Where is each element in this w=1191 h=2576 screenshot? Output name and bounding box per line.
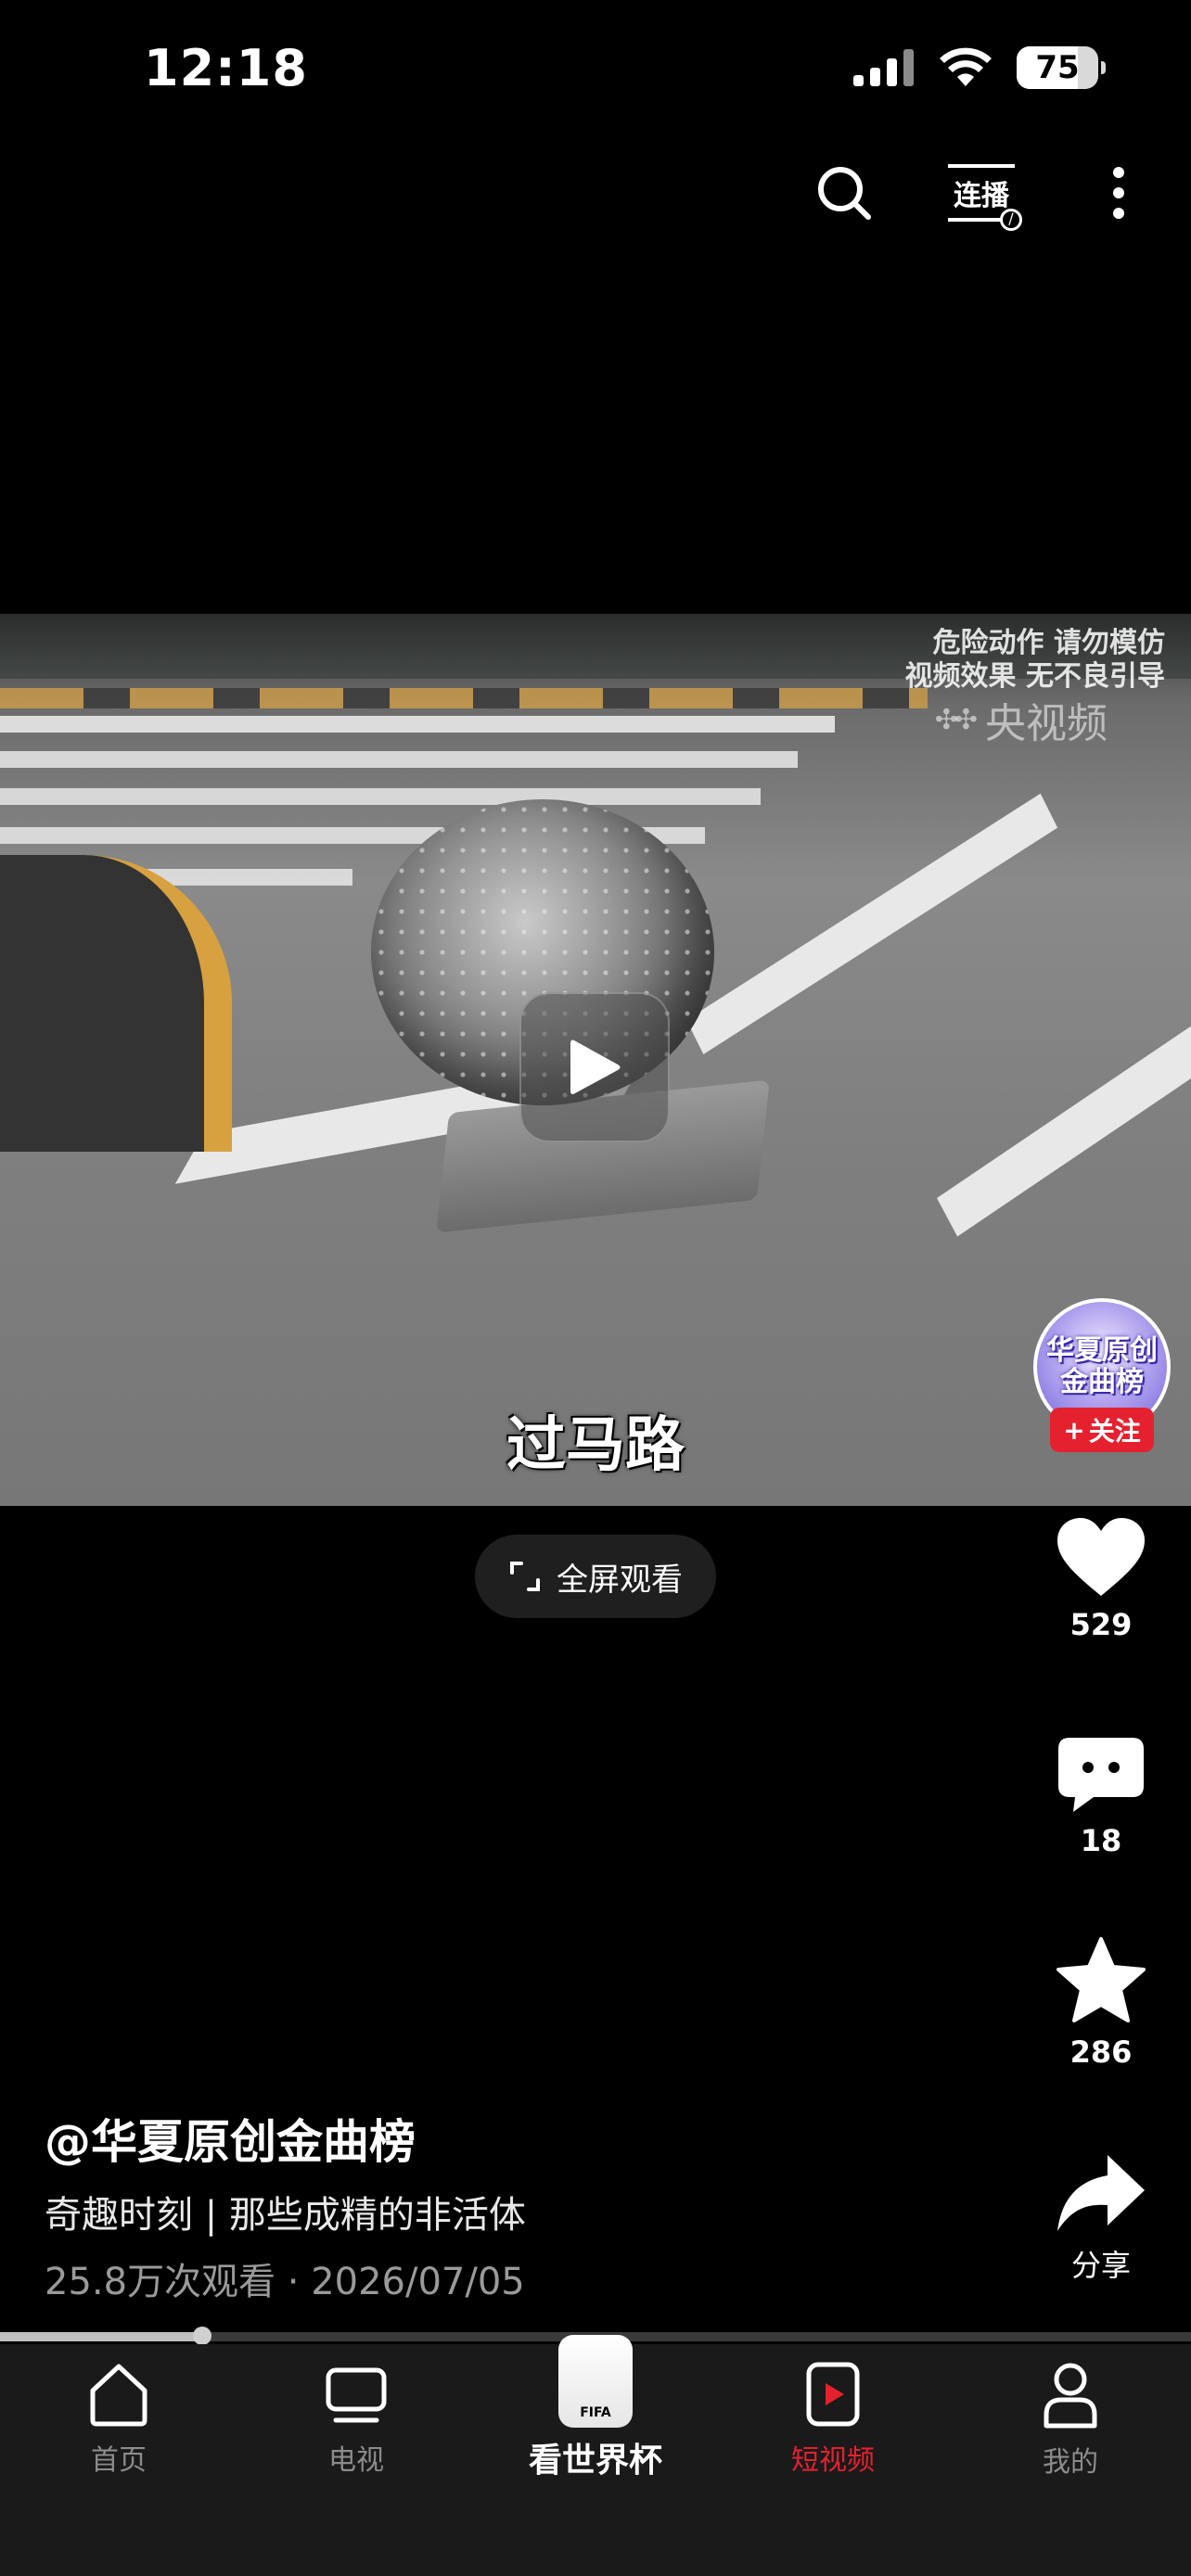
- follow-label: 关注: [1088, 1416, 1141, 1447]
- tab-short-video[interactable]: 短视频: [749, 2361, 916, 2478]
- battery-indicator: 75: [1017, 46, 1106, 89]
- more-vertical-icon: [1113, 167, 1124, 219]
- plus-icon: +: [1063, 1414, 1085, 1446]
- progress-knob[interactable]: [193, 2327, 212, 2345]
- share-icon: [1057, 2155, 1145, 2231]
- comment-icon: [1058, 1738, 1144, 1812]
- play-icon: [570, 1039, 621, 1094]
- tab-short-video-label: 短视频: [791, 2444, 875, 2477]
- heart-icon: [1057, 1518, 1145, 1596]
- bottom-tab-bar: 首页 电视 FIFA 看世界杯 短视频 我的: [0, 2335, 1191, 2576]
- tab-home[interactable]: 首页: [35, 2361, 202, 2478]
- share-button[interactable]: 分享: [1031, 2153, 1171, 2285]
- more-options-button[interactable]: [1083, 158, 1154, 228]
- autoplay-label: 连播: [954, 180, 1009, 212]
- tab-tv[interactable]: 电视: [273, 2361, 440, 2478]
- like-button[interactable]: 529: [1031, 1516, 1171, 1642]
- like-count: 529: [1069, 1607, 1133, 1642]
- star-icon: [1057, 1937, 1146, 2022]
- post-meta: 25.8万次观看 · 2026/07/05: [45, 2261, 525, 2303]
- comment-button[interactable]: 18: [1031, 1736, 1171, 1858]
- home-icon: [90, 2364, 147, 2427]
- progress-fill: [0, 2332, 203, 2341]
- comment-count: 18: [1080, 1823, 1122, 1858]
- author-name[interactable]: @华夏原创金曲榜: [45, 2105, 416, 2172]
- short-video-icon: [806, 2362, 860, 2427]
- tv-icon: [326, 2367, 387, 2423]
- tab-profile[interactable]: 我的: [987, 2361, 1154, 2480]
- share-label: 分享: [1070, 2248, 1131, 2283]
- follow-button[interactable]: + 关注: [1050, 1408, 1154, 1452]
- video-player[interactable]: 危险动作 请勿模仿 视频效果 无不良引导 ✣✣ 央视频 过马路: [0, 614, 1191, 1506]
- tab-tv-label: 电视: [328, 2444, 384, 2477]
- status-icons: 75: [853, 46, 1106, 89]
- wifi-icon: [940, 47, 992, 86]
- search-icon: [818, 167, 871, 220]
- video-caption: 过马路: [506, 1411, 685, 1480]
- favorite-button[interactable]: 286: [1031, 1936, 1171, 2070]
- fullscreen-button[interactable]: 全屏观看: [475, 1535, 716, 1618]
- profile-icon: [1044, 2363, 1097, 2429]
- tab-home-label: 首页: [91, 2444, 147, 2477]
- video-curb-left: [0, 855, 232, 1152]
- top-actions: 连播 /: [809, 158, 1154, 231]
- fullscreen-icon: [510, 1562, 540, 1591]
- tab-world-cup[interactable]: FIFA 看世界杯: [512, 2335, 679, 2481]
- brand-logo-icon: ✣✣: [934, 703, 978, 736]
- post-description[interactable]: 奇趣时刻 | 那些成精的非活体: [45, 2185, 526, 2238]
- video-warning-watermark: 危险动作 请勿模仿 视频效果 无不良引导: [904, 627, 1165, 693]
- fullscreen-label: 全屏观看: [557, 1561, 683, 1599]
- tab-world-cup-label: 看世界杯: [528, 2442, 662, 2480]
- search-button[interactable]: [809, 158, 879, 228]
- status-time: 12:18: [144, 39, 308, 97]
- battery-level: 75: [1035, 49, 1080, 86]
- app-screen: 12:18 75 连播 / 危险动作 请勿模仿 视频效果 无不良引导 ✣✣ 央视…: [0, 0, 1191, 2576]
- world-cup-trophy-icon: FIFA: [558, 2335, 633, 2428]
- video-curb: [0, 688, 928, 708]
- play-button[interactable]: [519, 992, 670, 1142]
- autoplay-toggle-button[interactable]: 连播 /: [944, 158, 1022, 231]
- video-brand-watermark: ✣✣ 央视频: [934, 700, 1108, 747]
- favorite-count: 286: [1069, 2034, 1133, 2070]
- autoplay-off-icon: /: [1000, 209, 1022, 231]
- signal-icon: [853, 49, 914, 86]
- tab-profile-label: 我的: [1043, 2446, 1098, 2479]
